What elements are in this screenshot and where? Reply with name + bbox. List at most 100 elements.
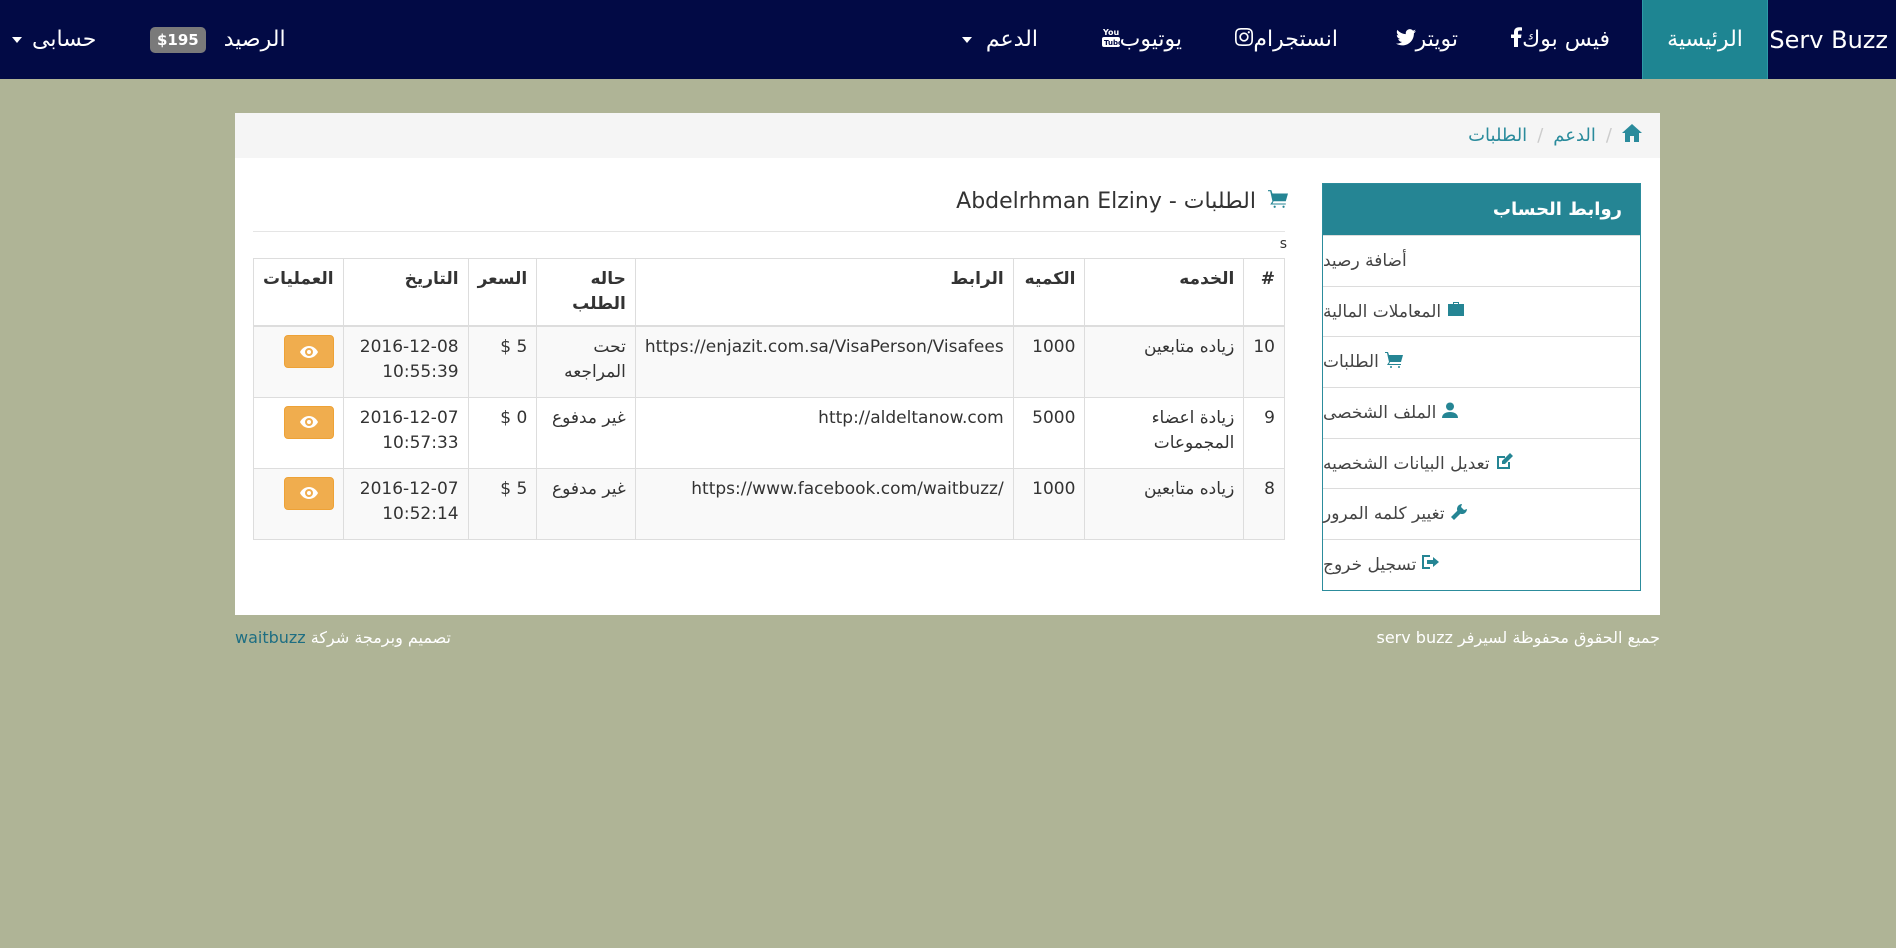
cell-status: غير مدفوع (536, 396, 636, 469)
column-header-id: # (1243, 258, 1285, 327)
column-header-quantity: الكميه (1012, 258, 1086, 327)
account-dropdown[interactable]: حسابى (12, 0, 96, 79)
content-panel: الطلبات / الدعم / روابط الحساب $ أضافة ر… (235, 113, 1660, 615)
facebook-icon (1510, 26, 1523, 53)
sidebar-item-transactions[interactable]: المعاملات المالية (1323, 285, 1640, 337)
cell-service: زياده متابعين (1084, 325, 1245, 398)
eye-icon (299, 345, 318, 358)
balance-badge: $195 (150, 26, 206, 53)
cell-link[interactable]: http://aldeltanow.com (634, 396, 1014, 469)
column-header-status: حاله الطلب (536, 258, 636, 327)
cell-id: 10 (1243, 325, 1285, 398)
sidebar-item-label: تغيير كلمه المرور (1323, 504, 1445, 525)
cell-actions (253, 325, 344, 398)
column-header-date: التاريخ (342, 258, 469, 327)
nav-youtube-label: يوتيوب (1119, 27, 1182, 52)
edit-icon (1496, 453, 1513, 474)
svg-text:Tube: Tube (1104, 39, 1120, 47)
table-row: 9 زيادة اعضاء المجموعات 5000 http://alde… (253, 396, 1285, 469)
nav-home[interactable]: الرئيسية (1642, 0, 1768, 79)
sidebar-item-label: الطلبات (1323, 352, 1379, 373)
top-navbar: Serv Buzz الرئيسية فيس بوك تويتر انستجرا… (0, 0, 1896, 79)
column-header-actions: العمليات (253, 258, 344, 327)
nav-facebook-label: فيس بوك (1522, 27, 1610, 52)
cell-service: زياده متابعين (1084, 467, 1245, 540)
footer-company-link[interactable]: waitbuzz (235, 628, 306, 647)
breadcrumb-orders[interactable]: الطلبات (1468, 125, 1527, 146)
cell-date: 2016-12-07 10:57:33 (342, 396, 469, 469)
wrench-icon (1450, 503, 1467, 525)
nav-support-dropdown[interactable]: الدعم (961, 0, 1038, 79)
table-header-row: # الخدمه الكميه الرابط حاله الطلب السعر … (253, 258, 1285, 327)
cell-id: 8 (1243, 467, 1285, 540)
nav-home-label: الرئيسية (1667, 27, 1743, 52)
eye-icon (299, 487, 318, 499)
nav-facebook[interactable]: فيس بوك (1503, 0, 1610, 79)
cell-id: 9 (1243, 396, 1285, 469)
column-header-link: الرابط (634, 258, 1014, 327)
balance-display: $195 الرصيد (150, 0, 286, 79)
breadcrumb-support[interactable]: الدعم (1553, 125, 1596, 146)
signout-icon (1422, 554, 1440, 575)
cell-quantity: 1000 (1012, 325, 1086, 398)
nav-instagram-label: انستجرام (1253, 27, 1338, 52)
cell-link[interactable]: https://www.facebook.com/waitbuzz/ (634, 467, 1014, 540)
nav-instagram[interactable]: انستجرام (1228, 0, 1338, 79)
sidebar-item-label: أضافة رصيد (1323, 250, 1407, 271)
sidebar-item-logout[interactable]: تسجيل خروج (1323, 539, 1640, 590)
nav-support-label: الدعم (985, 27, 1038, 52)
page-title: الطلبات - Abdelrhman Elziny (956, 189, 1288, 214)
view-order-button[interactable] (283, 335, 334, 368)
dollar-icon: $ (1400, 248, 1423, 272)
cell-price: 0 $ (467, 396, 538, 469)
nav-youtube[interactable]: You Tube يوتيوب (1095, 0, 1182, 79)
column-header-service: الخدمه (1084, 258, 1245, 327)
sidebar-item-edit-profile[interactable]: تعديل البيانات الشخصيه (1323, 437, 1640, 489)
briefcase-icon (1447, 301, 1465, 322)
account-label: حسابى (32, 27, 97, 52)
sidebar-item-orders[interactable]: الطلبات (1323, 336, 1640, 387)
cell-status: تحت المراجعه (536, 325, 636, 398)
sidebar-item-change-password[interactable]: تغيير كلمه المرور (1323, 488, 1640, 539)
breadcrumb-separator: / (1537, 125, 1544, 146)
sidebar-header: روابط الحساب (1323, 184, 1640, 235)
footer-credits: تصميم وبرمجة شركة waitbuzz (235, 628, 451, 647)
footer-design-text: تصميم وبرمجة شركة (310, 628, 451, 647)
table-row: 8 زياده متابعين 1000 https://www.faceboo… (253, 467, 1285, 540)
balance-label: الرصيد (223, 27, 286, 52)
youtube-icon: You Tube (1101, 27, 1123, 53)
orders-table: # الخدمه الكميه الرابط حاله الطلب السعر … (253, 258, 1285, 540)
view-order-button[interactable] (283, 476, 334, 510)
footer-copyright: جميع الحقوق محفوظة لسيرفر serv buzz (1376, 628, 1660, 647)
cell-quantity: 5000 (1012, 396, 1086, 469)
nav-twitter-label: تويتر (1415, 27, 1458, 52)
account-links-sidebar: روابط الحساب $ أضافة رصيد المعاملات الما… (1322, 183, 1641, 591)
cell-actions (253, 396, 344, 469)
sidebar-item-label: المعاملات المالية (1323, 301, 1442, 322)
stray-text: s (1279, 236, 1287, 252)
home-icon[interactable] (1622, 124, 1642, 147)
nav-twitter[interactable]: تويتر (1389, 0, 1458, 79)
page-title-text: الطلبات - Abdelrhman Elziny (956, 189, 1256, 214)
cell-date: 2016-12-07 10:52:14 (342, 467, 469, 540)
sidebar-item-profile[interactable]: الملف الشخصى (1323, 387, 1640, 438)
cell-price: 5 $ (467, 467, 538, 540)
user-icon (1442, 402, 1459, 423)
instagram-icon (1235, 27, 1254, 52)
sidebar-item-add-balance[interactable]: $ أضافة رصيد (1323, 235, 1640, 286)
cell-status: غير مدفوع (536, 467, 636, 540)
view-order-button[interactable] (283, 405, 334, 439)
breadcrumb-separator: / (1605, 125, 1612, 146)
sidebar-item-label: الملف الشخصى (1323, 402, 1437, 423)
svg-text:You: You (1102, 28, 1120, 37)
cell-quantity: 1000 (1012, 467, 1086, 540)
column-header-price: السعر (467, 258, 538, 327)
brand-logo[interactable]: Serv Buzz (1769, 0, 1888, 79)
cart-icon (1262, 189, 1288, 214)
cell-link[interactable]: https://enjazit.com.sa/VisaPerson/Visafe… (634, 325, 1014, 398)
table-row: 10 زياده متابعين 1000 https://enjazit.co… (253, 325, 1285, 398)
cell-service: زيادة اعضاء المجموعات (1084, 396, 1245, 469)
twitter-icon (1395, 27, 1416, 52)
breadcrumb: الطلبات / الدعم / (235, 113, 1660, 158)
title-divider (253, 231, 1285, 232)
